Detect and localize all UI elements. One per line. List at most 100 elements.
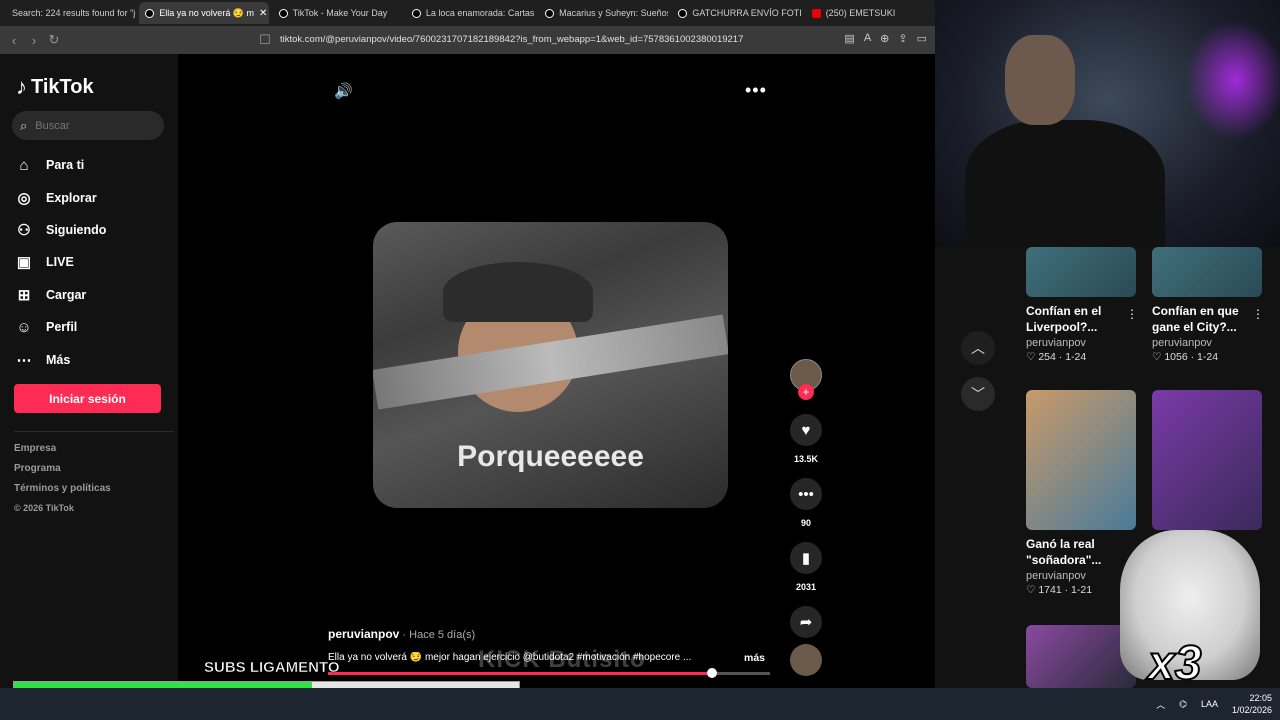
card-menu-icon[interactable]: ⋮ — [1126, 307, 1138, 321]
tiktok-favicon-icon — [145, 8, 155, 18]
browser-tab[interactable]: GATCHURRA ENVÍO FOTITO Y — [672, 2, 802, 24]
like-action[interactable]: ♥ 13.5K — [790, 414, 822, 464]
tiktok-favicon-icon — [278, 8, 288, 18]
share-icon[interactable]: ⇪ — [898, 32, 907, 45]
back-icon[interactable]: ‹ — [4, 33, 24, 48]
card-title[interactable]: Confían en que gane el City?... — [1152, 303, 1262, 335]
login-button[interactable]: Iniciar sesión — [14, 384, 161, 413]
youtube-favicon-icon — [811, 8, 821, 18]
follow-plus-icon[interactable]: + — [798, 384, 814, 400]
network-icon[interactable]: ⌬ — [1179, 699, 1187, 710]
comment-action[interactable]: ••• 90 — [790, 478, 822, 528]
nav-item-explorar[interactable]: ◎ Explorar — [14, 181, 106, 213]
progress-knob[interactable] — [707, 668, 717, 678]
card-title[interactable]: Ganó la real "soñadora"... — [1026, 536, 1136, 568]
next-video-button[interactable]: ﹀ — [961, 377, 995, 411]
share-arrow-icon[interactable]: ➦ — [790, 606, 822, 638]
tiktok-favicon-icon — [411, 8, 421, 18]
save-count: 2031 — [795, 582, 817, 592]
card-stats: ♡ 254 · 1-24 — [1026, 351, 1087, 363]
clock[interactable]: 22:05 1/02/2026 — [1232, 692, 1272, 716]
reader-icon[interactable]: ▤ — [844, 32, 854, 45]
sidebar-footer: Empresa Programa Términos y políticas © … — [14, 443, 111, 523]
post-time: · Hace 5 día(s) — [399, 629, 476, 641]
emote-multiplier: x3 — [1147, 636, 1202, 691]
browser-tab[interactable]: TikTok - Make Your Day — [273, 2, 402, 24]
heart-outline-icon: ♡ — [1026, 351, 1039, 363]
card-thumbnail[interactable] — [1152, 247, 1262, 297]
save-action[interactable]: ▮ 2031 — [790, 542, 822, 592]
card-author[interactable]: peruvianpov — [1026, 337, 1136, 349]
footer-link-empresa[interactable]: Empresa — [14, 443, 111, 463]
card-title[interactable]: Confían en el Liverpool?... — [1026, 303, 1136, 335]
copyright: © 2026 TikTok — [14, 503, 74, 513]
card-author[interactable]: peruvianpov — [1026, 570, 1136, 582]
comment-count: 90 — [800, 518, 811, 528]
video-frame-cap — [443, 262, 593, 322]
card-menu-icon[interactable]: ⋮ — [1252, 307, 1264, 321]
bookmark-icon[interactable]: ☐ — [255, 32, 275, 48]
close-tab-icon[interactable]: ✕ — [259, 8, 267, 19]
url-field[interactable]: tiktok.com/@peruvianpov/video/7600231707… — [280, 26, 743, 54]
card-author[interactable]: peruvianpov — [1152, 337, 1262, 349]
browser-tab-bar: Search: 224 results found for "j Ella ya… — [0, 0, 935, 66]
tiktok-logo[interactable]: ♪ TikTok — [16, 74, 94, 100]
recommended-card[interactable]: Ganó la real "soñadora"... peruvianpov ♡… — [1026, 390, 1136, 596]
previous-video-button[interactable]: ︿ — [961, 331, 995, 365]
recommended-card[interactable]: ⋮ Confían en el Liverpool?... peruvianpo… — [1026, 247, 1138, 363]
browser-tab[interactable]: La loca enamorada: Cartas larg — [406, 2, 535, 24]
card-thumbnail[interactable] — [1026, 247, 1136, 297]
tiktok-favicon-icon — [545, 8, 555, 18]
video-progress-bar[interactable] — [328, 668, 770, 678]
comment-icon[interactable]: ••• — [790, 478, 822, 510]
search-input[interactable] — [35, 119, 146, 132]
forward-icon[interactable]: › — [24, 33, 44, 48]
browser-tab-active[interactable]: Ella ya no volverá 😏 m ✕ — [139, 2, 269, 24]
cast-icon[interactable]: ▭ — [917, 32, 927, 45]
search-box[interactable]: ⌕ — [12, 111, 164, 140]
bookmark-icon[interactable]: ▮ — [790, 542, 822, 574]
browser-tab[interactable]: Macarius y Suheyn: Sueños de — [539, 2, 668, 24]
nav-menu: ⌂ Para ti ◎ Explorar ⚇ Siguiendo ▣ LIVE ⊞ Car… — [14, 149, 106, 376]
upload-icon: ⊞ — [17, 286, 31, 304]
nav-item-perfil[interactable]: ☺ Perfil — [14, 311, 106, 343]
sidebar: ♪ TikTok ⌕ ⌂Para ti ◎Explorar ⚇Siguiendo… — [0, 54, 178, 688]
translate-icon[interactable]: A — [864, 32, 871, 45]
live-icon: ▣ — [16, 254, 32, 272]
webcam-overlay — [935, 0, 1280, 247]
heart-icon[interactable]: ♥ — [790, 414, 822, 446]
compass-icon: ◎ — [17, 189, 31, 207]
video-feed: 🔊 ••• Porqueeeeee + ♥ 13.5K ••• 90 ▮ 203… — [178, 54, 935, 688]
nav-item-para-ti[interactable]: ⌂ Para ti — [14, 149, 106, 181]
language-indicator[interactable]: LAA — [1201, 699, 1218, 709]
recommended-card[interactable] — [1152, 390, 1262, 530]
nav-item-siguiendo[interactable]: ⚇ Siguiendo — [14, 214, 106, 246]
nav-item-live[interactable]: ▣ LIVE — [14, 246, 106, 278]
kick-watermark: KICK Butisito — [478, 646, 646, 673]
reload-icon[interactable]: ↻ — [44, 32, 64, 48]
next-author-avatar[interactable] — [790, 644, 822, 676]
recommended-card[interactable]: ⋮ Confían en que gane el City?... peruvi… — [1152, 247, 1264, 363]
footer-link-terminos[interactable]: Términos y políticas — [14, 483, 111, 503]
tray-chevron-icon[interactable]: ︿ — [1156, 698, 1165, 711]
card-thumbnail[interactable] — [1152, 390, 1262, 530]
video-caption-overlay: Porqueeeeee — [457, 440, 644, 473]
browser-tab[interactable]: Search: 224 results found for "j — [6, 2, 135, 66]
more-options-icon[interactable]: ••• — [745, 80, 767, 101]
action-bar: + ♥ 13.5K ••• 90 ▮ 2031 ➦ 4986 — [788, 359, 824, 656]
sidebar-divider — [14, 431, 174, 432]
browser-tab[interactable]: (250) EMETSUKI — [806, 2, 935, 24]
progress-fill — [328, 672, 713, 675]
profile-icon: ☺ — [16, 318, 32, 336]
zoom-icon[interactable]: ⊕ — [880, 32, 889, 45]
cam-person-body — [965, 120, 1165, 247]
nav-item-mas[interactable]: ⋯ Más — [14, 343, 106, 375]
search-icon: ⌕ — [20, 117, 28, 133]
video-player[interactable]: Porqueeeeee — [373, 222, 728, 508]
card-thumbnail[interactable] — [1026, 390, 1136, 530]
nav-item-cargar[interactable]: ⊞ Cargar — [14, 279, 106, 311]
footer-link-programa[interactable]: Programa — [14, 463, 111, 483]
video-author[interactable]: peruvianpov · Hace 5 día(s) — [328, 627, 475, 641]
more-link[interactable]: más — [744, 652, 765, 664]
volume-icon[interactable]: 🔊 — [334, 82, 353, 100]
